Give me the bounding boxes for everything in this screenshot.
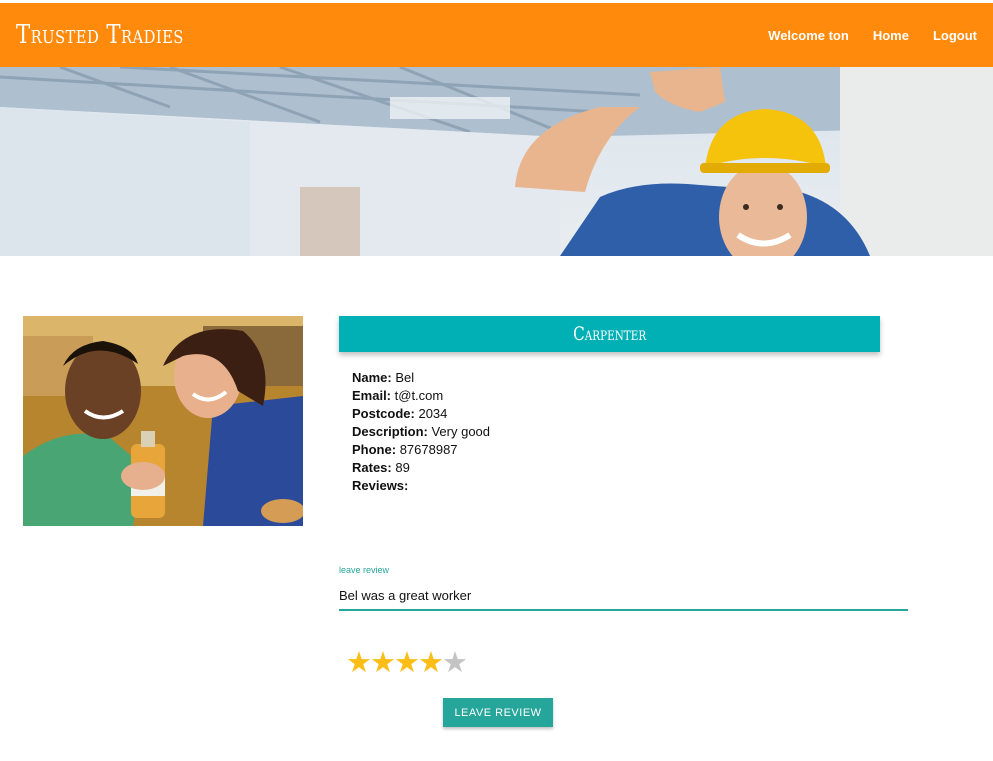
- brand-logo[interactable]: Trusted Tradies: [16, 20, 184, 50]
- review-field-label: leave review: [339, 565, 390, 575]
- star-icon[interactable]: ★: [370, 646, 396, 680]
- star-icon[interactable]: ★: [418, 646, 444, 680]
- detail-label: Email:: [352, 388, 392, 403]
- detail-rates: Rates: 89: [352, 459, 490, 477]
- detail-value: 89: [395, 460, 410, 475]
- detail-value: t@t.com: [394, 388, 444, 403]
- detail-value: 2034: [418, 406, 448, 421]
- star-icon[interactable]: ★: [442, 646, 468, 680]
- hero-banner-image: [0, 67, 993, 256]
- detail-label: Name:: [352, 370, 392, 385]
- detail-postcode: Postcode: 2034: [352, 405, 490, 423]
- detail-value: 87678987: [399, 442, 458, 457]
- detail-label: Rates:: [352, 460, 392, 475]
- detail-label: Phone:: [352, 442, 397, 457]
- detail-phone: Phone: 87678987: [352, 441, 490, 459]
- star-rating[interactable]: ★ ★ ★ ★ ★: [346, 646, 468, 680]
- detail-value: Very good: [431, 424, 491, 439]
- nav-links: Welcome ton Home Logout: [756, 28, 977, 43]
- nav-welcome-link[interactable]: Welcome ton: [756, 28, 861, 43]
- top-navbar: Trusted Tradies Welcome ton Home Logout: [0, 3, 993, 67]
- detail-label: Reviews:: [352, 478, 409, 493]
- detail-value: Bel: [395, 370, 415, 385]
- trade-title: Carpenter: [572, 323, 647, 345]
- detail-email: Email: t@t.com: [352, 387, 490, 405]
- nav-home-link[interactable]: Home: [861, 28, 921, 43]
- review-text-input[interactable]: [339, 581, 908, 611]
- nav-logout-link[interactable]: Logout: [921, 28, 977, 43]
- detail-description: Description: Very good: [352, 423, 490, 441]
- detail-label: Description:: [352, 424, 428, 439]
- detail-label: Postcode:: [352, 406, 415, 421]
- leave-review-button[interactable]: Leave Review: [443, 698, 553, 727]
- star-icon[interactable]: ★: [346, 646, 372, 680]
- star-icon[interactable]: ★: [394, 646, 420, 680]
- detail-reviews: Reviews:: [352, 477, 490, 495]
- detail-name: Name: Bel: [352, 369, 490, 387]
- tradie-details: Name: Bel Email: t@t.com Postcode: 2034 …: [352, 369, 490, 495]
- trade-title-banner: Carpenter: [339, 316, 880, 352]
- tradie-profile-photo: [23, 316, 303, 526]
